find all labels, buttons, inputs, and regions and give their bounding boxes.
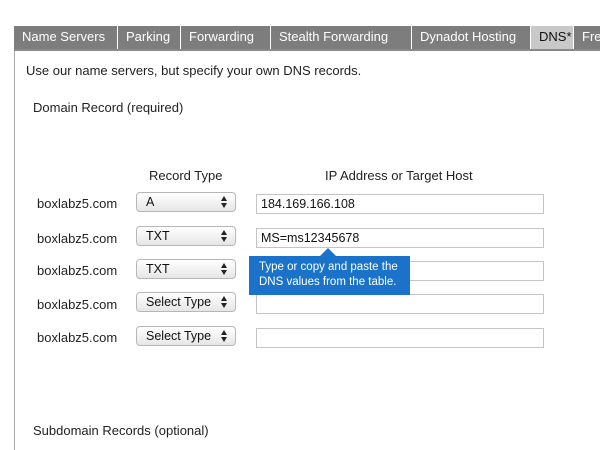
row-domain: boxlabz5.com: [37, 297, 118, 312]
record-type-select[interactable]: TXT: [136, 226, 236, 246]
record-type-value: Select Type: [146, 295, 212, 309]
domain-record-title: Domain Record (required): [33, 100, 184, 115]
target-host-input[interactable]: [256, 194, 544, 214]
target-host-input[interactable]: [256, 328, 544, 348]
tooltip-line-2: DNS values from the table.: [259, 276, 397, 288]
tab-bar: Name Servers Parking Forwarding Stealth …: [0, 0, 600, 51]
target-host-input[interactable]: [256, 294, 544, 314]
tooltip-pointer: [320, 248, 336, 256]
record-type-value: TXT: [146, 262, 170, 276]
tab-free[interactable]: Fre: [574, 26, 600, 50]
record-type-select[interactable]: Select Type: [136, 292, 236, 312]
record-type-value: TXT: [146, 229, 170, 243]
tab-parking[interactable]: Parking: [118, 26, 181, 50]
row-domain: boxlabz5.com: [37, 196, 118, 211]
row-domain: boxlabz5.com: [37, 263, 118, 278]
tab-forwarding[interactable]: Forwarding: [181, 26, 271, 50]
tooltip-line-1: Type or copy and paste the: [259, 261, 398, 273]
record-type-select[interactable]: Select Type: [136, 326, 236, 346]
record-type-value: Select Type: [146, 329, 212, 343]
select-arrows-icon: [221, 230, 228, 242]
select-arrows-icon: [221, 296, 228, 308]
tab-stealth-forwarding[interactable]: Stealth Forwarding: [271, 26, 412, 50]
intro-text: Use our name servers, but specify your o…: [26, 63, 362, 78]
tab-name-servers[interactable]: Name Servers: [14, 26, 118, 50]
subdomain-records-title: Subdomain Records (optional): [33, 423, 209, 438]
dns-panel: Use our name servers, but specify your o…: [14, 51, 600, 450]
help-tooltip: Type or copy and paste the DNS values fr…: [249, 248, 410, 295]
target-header: IP Address or Target Host: [325, 168, 473, 183]
row-domain: boxlabz5.com: [37, 330, 118, 345]
record-type-select[interactable]: A: [136, 192, 236, 212]
select-arrows-icon: [221, 263, 228, 275]
select-arrows-icon: [221, 196, 228, 208]
row-domain: boxlabz5.com: [37, 231, 118, 246]
record-type-header: Record Type: [149, 168, 223, 183]
select-arrows-icon: [221, 330, 228, 342]
target-host-input[interactable]: [256, 228, 544, 248]
tab-dynadot-hosting[interactable]: Dynadot Hosting: [412, 26, 531, 50]
tab-dns[interactable]: DNS*: [531, 26, 574, 50]
record-type-select[interactable]: TXT: [136, 259, 236, 279]
record-type-value: A: [146, 195, 155, 209]
